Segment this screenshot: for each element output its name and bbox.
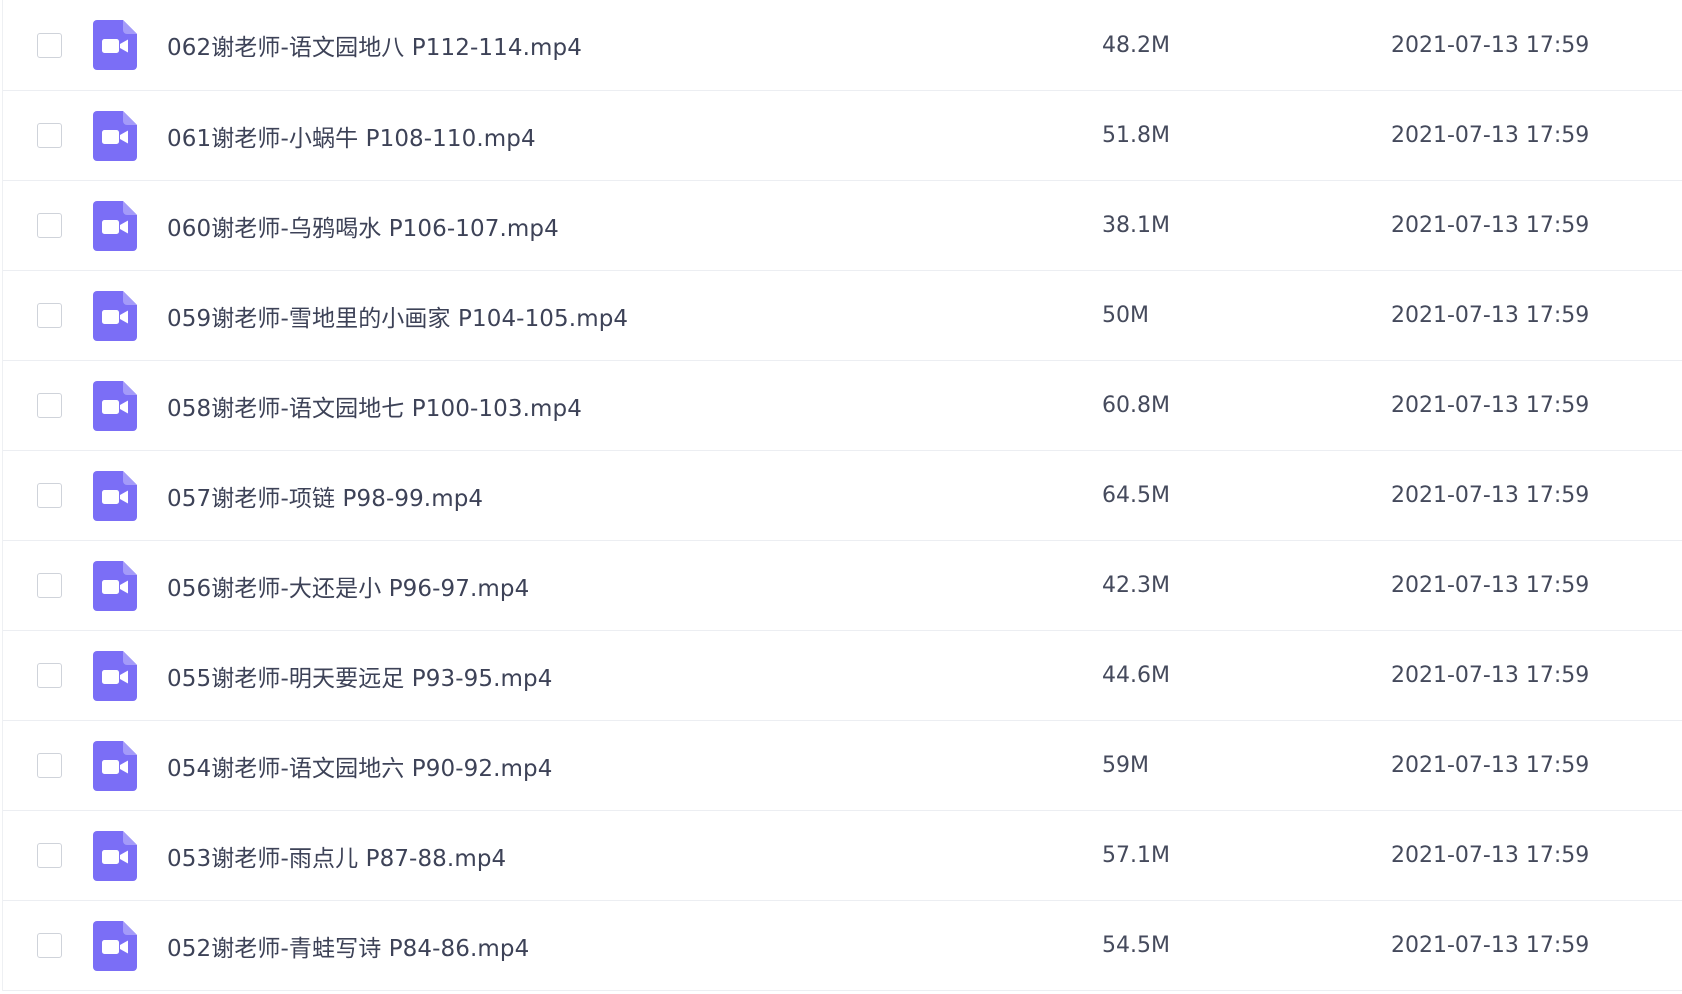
video-file-icon xyxy=(93,920,137,971)
file-size: 38.1M xyxy=(1102,213,1170,238)
file-row[interactable]: 061谢老师-小蜗牛 P108-110.mp4 51.8M 2021-07-13… xyxy=(3,91,1682,181)
file-row[interactable]: 062谢老师-语文园地八 P112-114.mp4 48.2M 2021-07-… xyxy=(3,0,1682,91)
file-modified-date: 2021-07-13 17:59 xyxy=(1391,303,1590,328)
row-checkbox[interactable] xyxy=(37,573,62,598)
row-checkbox[interactable] xyxy=(37,213,62,238)
file-name[interactable]: 057谢老师-项链 P98-99.mp4 xyxy=(167,479,483,513)
video-file-icon xyxy=(93,110,137,161)
file-row[interactable]: 052谢老师-青蛙写诗 P84-86.mp4 54.5M 2021-07-13 … xyxy=(3,901,1682,991)
file-row[interactable]: 058谢老师-语文园地七 P100-103.mp4 60.8M 2021-07-… xyxy=(3,361,1682,451)
video-file-icon xyxy=(93,20,137,70)
row-checkbox[interactable] xyxy=(37,753,62,778)
file-size: 51.8M xyxy=(1102,123,1170,148)
file-modified-date: 2021-07-13 17:59 xyxy=(1391,753,1590,778)
video-file-icon xyxy=(93,290,137,341)
file-name[interactable]: 062谢老师-语文园地八 P112-114.mp4 xyxy=(167,28,582,62)
file-row[interactable]: 057谢老师-项链 P98-99.mp4 64.5M 2021-07-13 17… xyxy=(3,451,1682,541)
row-checkbox[interactable] xyxy=(37,483,62,508)
file-name[interactable]: 052谢老师-青蛙写诗 P84-86.mp4 xyxy=(167,929,529,963)
file-row[interactable]: 053谢老师-雨点儿 P87-88.mp4 57.1M 2021-07-13 1… xyxy=(3,811,1682,901)
row-checkbox[interactable] xyxy=(37,303,62,328)
row-checkbox[interactable] xyxy=(37,933,62,958)
file-name[interactable]: 061谢老师-小蜗牛 P108-110.mp4 xyxy=(167,119,536,153)
file-name[interactable]: 058谢老师-语文园地七 P100-103.mp4 xyxy=(167,389,582,423)
file-size: 60.8M xyxy=(1102,393,1170,418)
video-file-icon xyxy=(93,380,137,431)
file-modified-date: 2021-07-13 17:59 xyxy=(1391,933,1590,958)
file-modified-date: 2021-07-13 17:59 xyxy=(1391,123,1590,148)
file-row[interactable]: 060谢老师-乌鸦喝水 P106-107.mp4 38.1M 2021-07-1… xyxy=(3,181,1682,271)
file-modified-date: 2021-07-13 17:59 xyxy=(1391,663,1590,688)
file-row[interactable]: 059谢老师-雪地里的小画家 P104-105.mp4 50M 2021-07-… xyxy=(3,271,1682,361)
file-size: 54.5M xyxy=(1102,933,1170,958)
file-name[interactable]: 053谢老师-雨点儿 P87-88.mp4 xyxy=(167,839,506,873)
file-size: 48.2M xyxy=(1102,32,1170,58)
file-size: 64.5M xyxy=(1102,483,1170,508)
row-checkbox[interactable] xyxy=(37,123,62,148)
row-checkbox[interactable] xyxy=(37,663,62,688)
file-name[interactable]: 059谢老师-雪地里的小画家 P104-105.mp4 xyxy=(167,299,628,333)
file-size: 50M xyxy=(1102,303,1149,328)
file-list: 062谢老师-语文园地八 P112-114.mp4 48.2M 2021-07-… xyxy=(2,0,1682,991)
file-modified-date: 2021-07-13 17:59 xyxy=(1391,213,1590,238)
video-file-icon xyxy=(93,650,137,701)
file-modified-date: 2021-07-13 17:59 xyxy=(1391,393,1590,418)
row-checkbox[interactable] xyxy=(37,32,62,58)
file-size: 44.6M xyxy=(1102,663,1170,688)
file-row[interactable]: 056谢老师-大还是小 P96-97.mp4 42.3M 2021-07-13 … xyxy=(3,541,1682,631)
file-modified-date: 2021-07-13 17:59 xyxy=(1391,573,1590,598)
file-size: 57.1M xyxy=(1102,843,1170,868)
file-row[interactable]: 055谢老师-明天要远足 P93-95.mp4 44.6M 2021-07-13… xyxy=(3,631,1682,721)
file-size: 42.3M xyxy=(1102,573,1170,598)
file-modified-date: 2021-07-13 17:59 xyxy=(1391,483,1590,508)
row-checkbox[interactable] xyxy=(37,393,62,418)
file-name[interactable]: 055谢老师-明天要远足 P93-95.mp4 xyxy=(167,659,552,693)
file-name[interactable]: 056谢老师-大还是小 P96-97.mp4 xyxy=(167,569,529,603)
video-file-icon xyxy=(93,830,137,881)
video-file-icon xyxy=(93,200,137,251)
file-row[interactable]: 054谢老师-语文园地六 P90-92.mp4 59M 2021-07-13 1… xyxy=(3,721,1682,811)
file-name[interactable]: 060谢老师-乌鸦喝水 P106-107.mp4 xyxy=(167,209,559,243)
video-file-icon xyxy=(93,470,137,521)
video-file-icon xyxy=(93,560,137,611)
video-file-icon xyxy=(93,740,137,791)
file-name[interactable]: 054谢老师-语文园地六 P90-92.mp4 xyxy=(167,749,552,783)
file-modified-date: 2021-07-13 17:59 xyxy=(1391,843,1590,868)
row-checkbox[interactable] xyxy=(37,843,62,868)
file-size: 59M xyxy=(1102,753,1149,778)
file-modified-date: 2021-07-13 17:59 xyxy=(1391,32,1590,58)
